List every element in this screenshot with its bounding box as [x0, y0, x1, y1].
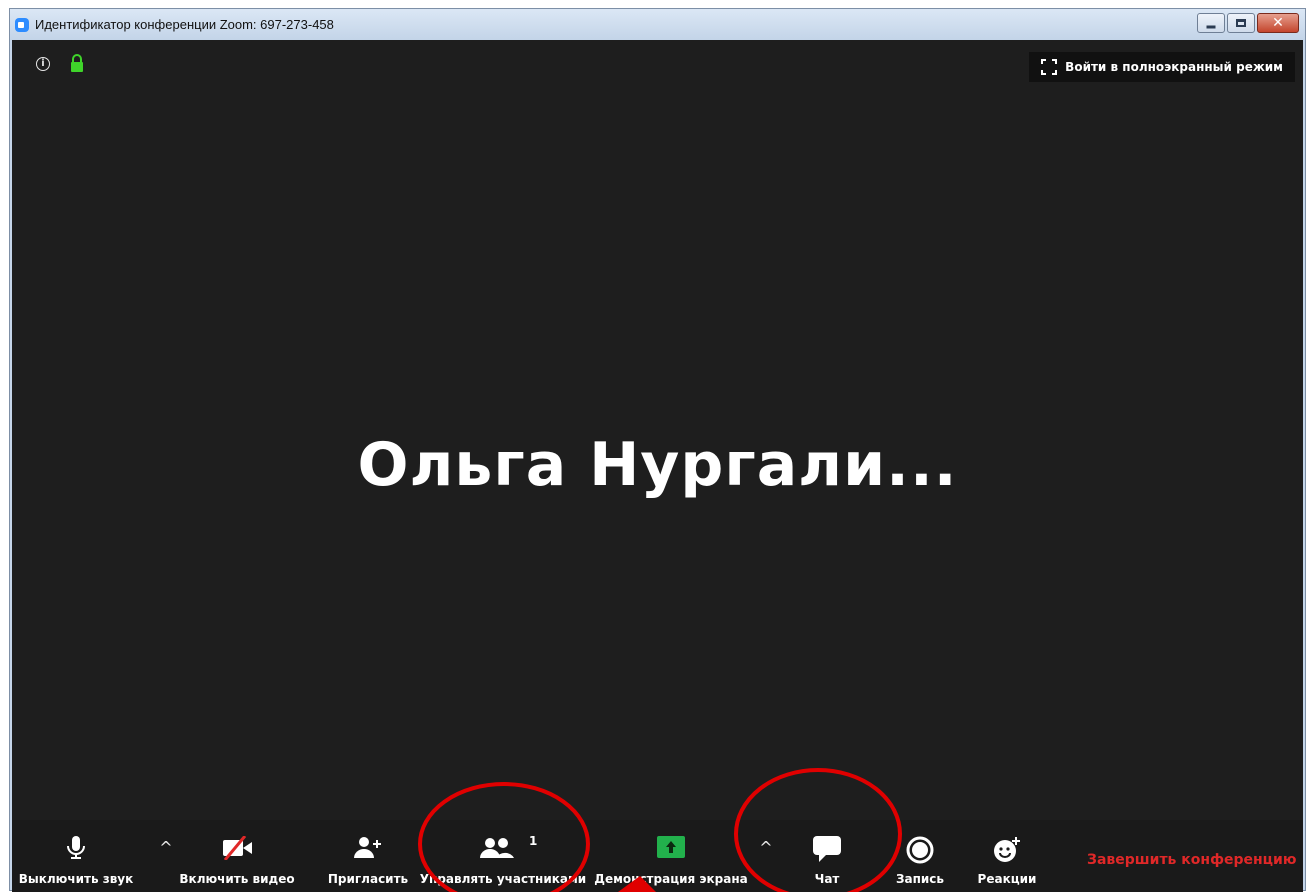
- fullscreen-icon: [1041, 59, 1058, 75]
- lock-icon[interactable]: [70, 54, 84, 72]
- share-options-caret[interactable]: ^: [756, 836, 776, 860]
- chat-label: Чат: [814, 872, 840, 886]
- close-button[interactable]: ✕: [1257, 13, 1299, 33]
- record-button[interactable]: Запись: [890, 820, 950, 892]
- reactions-label: Реакции: [977, 872, 1037, 886]
- reactions-icon: [994, 837, 1020, 862]
- window-title: Идентификатор конференции Zoom: 697-273-…: [35, 17, 334, 32]
- chat-button[interactable]: Чат: [792, 820, 862, 892]
- share-screen-icon: [657, 836, 685, 858]
- share-screen-button[interactable]: Демонстрация экрана: [594, 820, 748, 892]
- audio-options-caret[interactable]: ^: [156, 836, 176, 860]
- record-label: Запись: [895, 872, 945, 886]
- fullscreen-button[interactable]: Войти в полноэкранный режим: [1029, 52, 1295, 82]
- fullscreen-label: Войти в полноэкранный режим: [1065, 60, 1283, 74]
- end-meeting-button[interactable]: Завершить конференцию: [1087, 852, 1296, 868]
- minimize-button[interactable]: [1197, 13, 1225, 33]
- meeting-toolbar: Выключить звук ^ Включить видео Пригласи…: [12, 820, 1303, 892]
- minimize-icon: [1206, 25, 1216, 29]
- zoom-window: Идентификатор конференции Zoom: 697-273-…: [9, 8, 1306, 892]
- participant-name: Ольга Нургали...: [357, 430, 958, 500]
- participants-count-badge: 1: [529, 834, 538, 848]
- maximize-icon: [1236, 19, 1246, 27]
- microphone-icon: [67, 836, 85, 859]
- window-controls: ✕: [1197, 13, 1299, 33]
- reactions-button[interactable]: Реакции: [972, 820, 1042, 892]
- close-icon: ✕: [1272, 15, 1284, 31]
- mute-label: Выключить звук: [18, 872, 134, 886]
- mute-button[interactable]: Выключить звук: [12, 820, 140, 892]
- info-icon[interactable]: i: [36, 57, 50, 71]
- manage-participants-label: Управлять участниками: [419, 872, 587, 886]
- start-video-button[interactable]: Включить видео: [179, 820, 295, 892]
- title-bar: Идентификатор конференции Zoom: 697-273-…: [10, 9, 1305, 40]
- manage-participants-button[interactable]: Управлять участниками: [419, 820, 587, 892]
- video-off-icon: [223, 836, 252, 860]
- record-icon: [906, 836, 934, 864]
- chat-icon: [813, 836, 841, 862]
- share-screen-label: Демонстрация экрана: [594, 872, 748, 886]
- invite-button[interactable]: Пригласить: [328, 820, 408, 892]
- participants-icon: [480, 838, 514, 858]
- zoom-app-icon: [15, 18, 29, 32]
- start-video-label: Включить видео: [179, 872, 295, 886]
- invite-label: Пригласить: [327, 872, 409, 886]
- add-user-icon: [354, 837, 381, 858]
- video-stage: i Войти в полноэкранный режим Ольга Нург…: [12, 40, 1303, 820]
- maximize-button[interactable]: [1227, 13, 1255, 33]
